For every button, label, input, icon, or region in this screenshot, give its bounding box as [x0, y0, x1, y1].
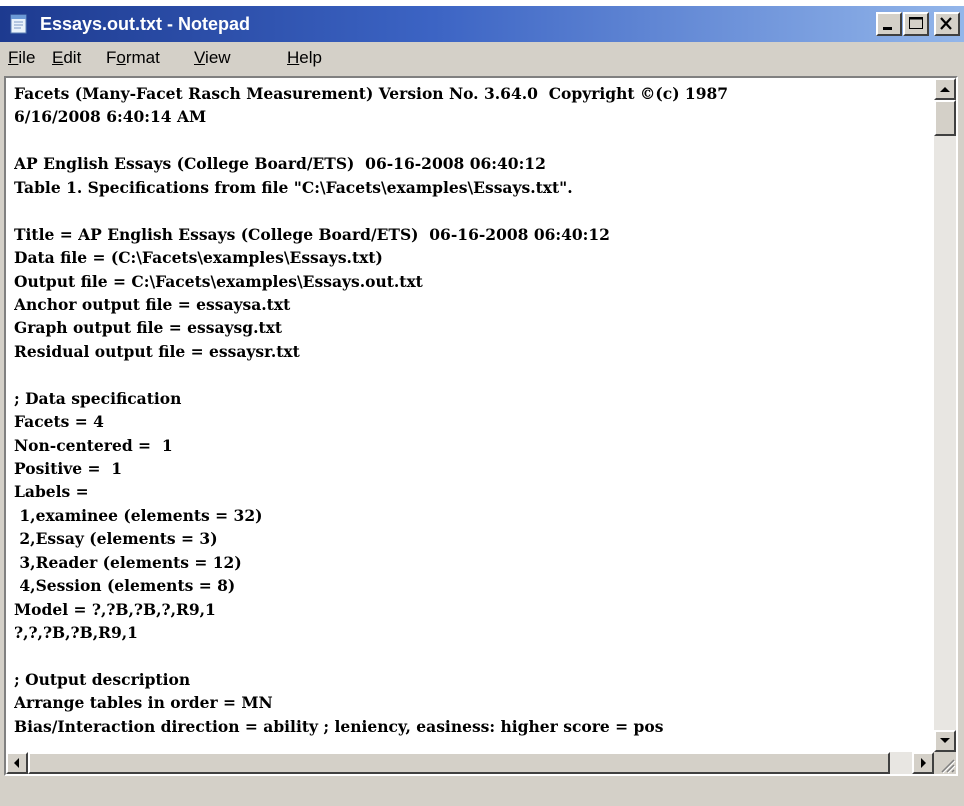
horizontal-scrollbar[interactable]: [6, 752, 934, 774]
text-line[interactable]: Facets (Many-Facet Rasch Measurement) Ve…: [14, 82, 924, 105]
text-line[interactable]: Positive = 1: [14, 457, 924, 480]
size-grip[interactable]: [934, 752, 956, 774]
title-bar[interactable]: Essays.out.txt - Notepad: [0, 6, 964, 42]
text-line[interactable]: Labels =: [14, 480, 924, 503]
text-line[interactable]: Output file = C:\Facets\examples\Essays.…: [14, 270, 924, 293]
text-line[interactable]: 2,Essay (elements = 3): [14, 527, 924, 550]
text-line[interactable]: Data file = (C:\Facets\examples\Essays.t…: [14, 246, 924, 269]
text-line[interactable]: ?,?,?B,?B,R9,1: [14, 621, 924, 644]
arrow-down-icon: [940, 738, 950, 743]
text-line[interactable]: 6/16/2008 6:40:14 AM: [14, 105, 924, 128]
menu-view-label: iew: [205, 48, 231, 67]
text-line[interactable]: Facets = 4: [14, 410, 924, 433]
text-line[interactable]: Arrange tables in order = MN: [14, 691, 924, 714]
close-button[interactable]: [934, 12, 960, 36]
text-line[interactable]: 1,examinee (elements = 32): [14, 504, 924, 527]
arrow-up-icon: [940, 87, 950, 92]
menu-format-accel: o: [116, 48, 126, 67]
text-line[interactable]: 4,Session (elements = 8): [14, 574, 924, 597]
window-title: Essays.out.txt - Notepad: [40, 14, 251, 34]
close-icon: [940, 17, 952, 30]
menu-edit-accel: E: [52, 48, 64, 67]
menu-format-pre: F: [106, 48, 117, 67]
notepad-window: Essays.out.txt - Notepad File Edit Forma…: [0, 6, 964, 806]
text-line[interactable]: [14, 199, 924, 222]
vertical-scroll-thumb[interactable]: [934, 100, 956, 136]
menu-view[interactable]: View: [194, 42, 231, 74]
maximize-icon: [909, 17, 923, 29]
minimize-button[interactable]: [876, 12, 902, 36]
scroll-left-button[interactable]: [6, 752, 28, 774]
vertical-scrollbar[interactable]: [934, 78, 956, 752]
document-text[interactable]: Facets (Many-Facet Rasch Measurement) Ve…: [14, 82, 924, 752]
text-line[interactable]: ; Data specification: [14, 387, 924, 410]
menu-view-accel: V: [194, 48, 206, 67]
text-line[interactable]: Non-centered = 1: [14, 434, 924, 457]
text-line[interactable]: Title = AP English Essays (College Board…: [14, 223, 924, 246]
menu-edit-label: dit: [63, 48, 82, 67]
text-line[interactable]: Graph output file = essaysg.txt: [14, 316, 924, 339]
resize-grip-icon: [941, 759, 956, 774]
menu-format-label: rmat: [125, 48, 160, 67]
text-editor[interactable]: Facets (Many-Facet Rasch Measurement) Ve…: [4, 76, 958, 776]
text-line[interactable]: [14, 363, 924, 386]
menu-bar: File Edit Format View Help: [0, 42, 964, 74]
horizontal-scroll-thumb[interactable]: [28, 752, 890, 774]
scroll-up-button[interactable]: [934, 78, 956, 100]
menu-format[interactable]: Format: [106, 42, 160, 74]
text-line[interactable]: Anchor output file = essaysa.txt: [14, 293, 924, 316]
menu-help[interactable]: Help: [287, 42, 322, 74]
menu-help-accel: H: [287, 48, 300, 67]
text-line[interactable]: Table 1. Specifications from file "C:\Fa…: [14, 176, 924, 199]
notepad-icon[interactable]: [8, 13, 30, 35]
menu-edit[interactable]: Edit: [52, 42, 81, 74]
text-line[interactable]: 3,Reader (elements = 12): [14, 551, 924, 574]
maximize-button[interactable]: [903, 12, 929, 36]
scroll-down-button[interactable]: [934, 730, 956, 752]
menu-file-accel: F: [8, 48, 19, 67]
text-line[interactable]: Bias/Interaction direction = ability ; l…: [14, 715, 924, 738]
arrow-left-icon: [14, 758, 19, 768]
menu-file-label: ile: [18, 48, 36, 67]
text-line[interactable]: [14, 645, 924, 668]
arrow-right-icon: [921, 758, 926, 768]
text-line[interactable]: Residual output file = essaysr.txt: [14, 340, 924, 363]
menu-help-label: elp: [299, 48, 322, 67]
text-line[interactable]: [14, 129, 924, 152]
text-line[interactable]: Model = ?,?B,?B,?,R9,1: [14, 598, 924, 621]
text-line[interactable]: AP English Essays (College Board/ETS) 06…: [14, 152, 924, 175]
menu-file[interactable]: File: [8, 42, 35, 74]
text-line[interactable]: ; Output description: [14, 668, 924, 691]
scroll-right-button[interactable]: [912, 752, 934, 774]
minimize-icon: [883, 27, 892, 30]
